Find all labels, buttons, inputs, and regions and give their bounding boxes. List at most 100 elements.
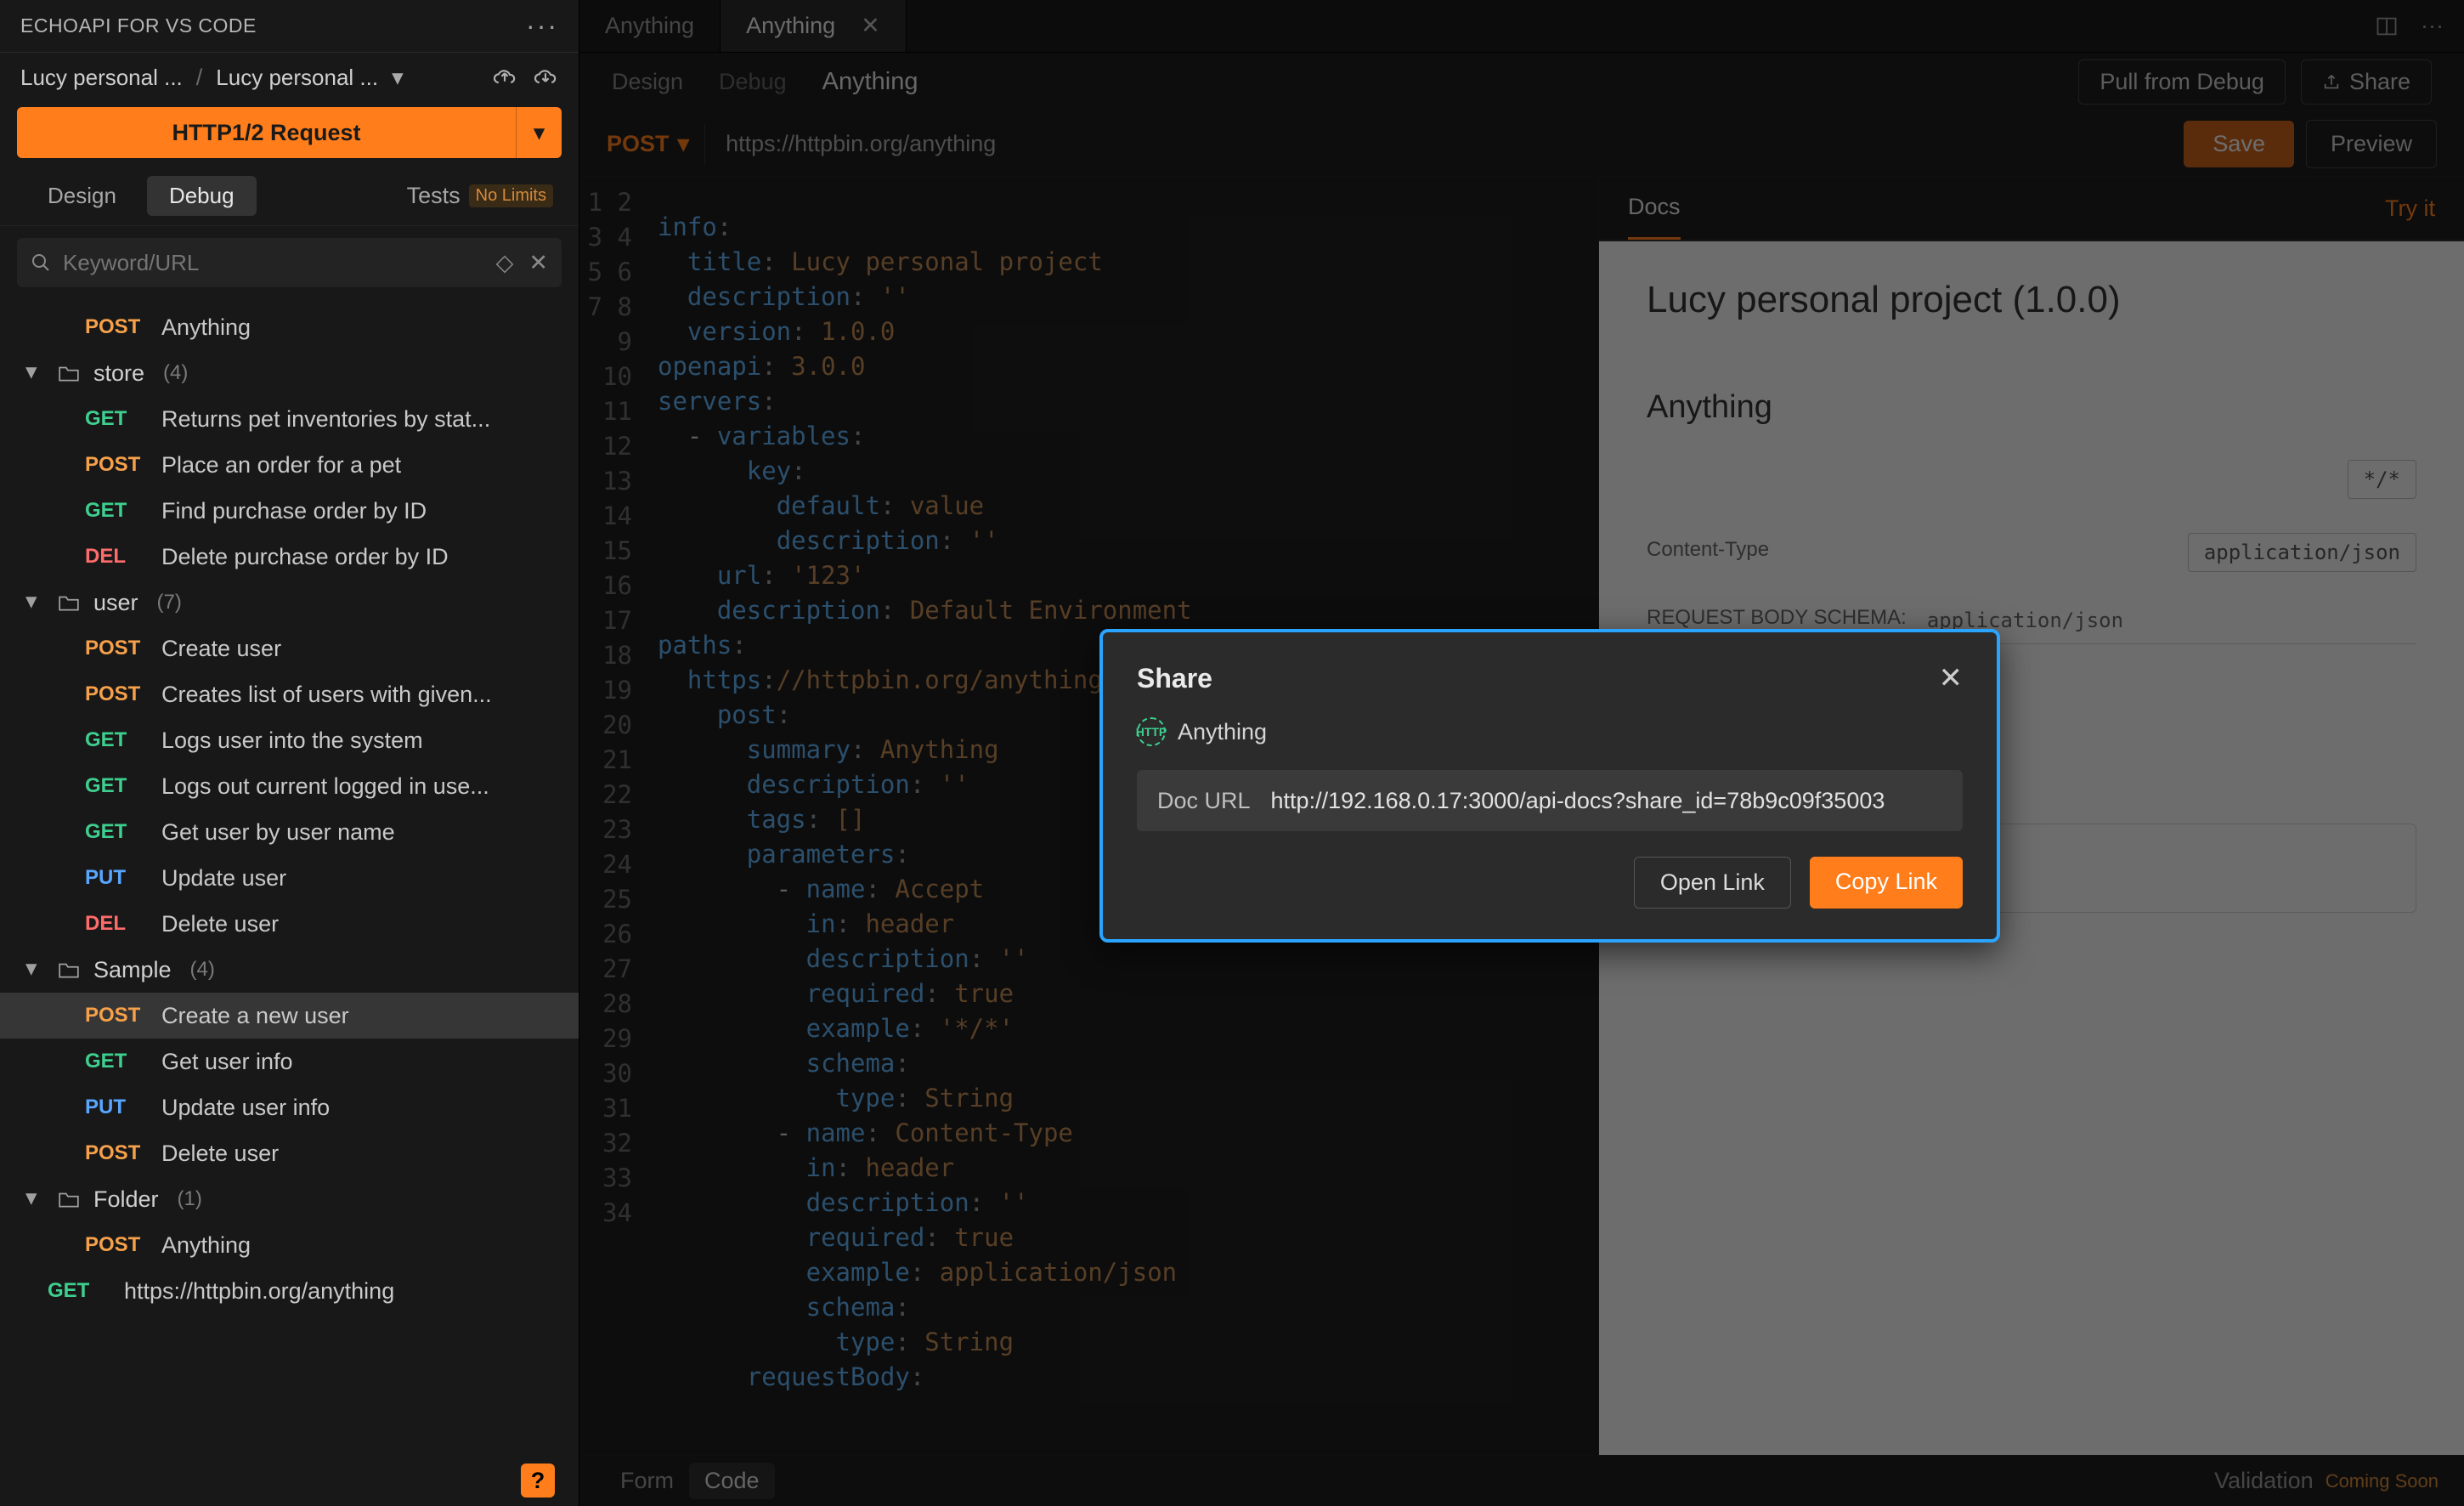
method-badge: GET [85, 728, 148, 752]
request-body-schema-label: REQUEST BODY SCHEMA: [1647, 606, 1907, 630]
close-icon[interactable]: ✕ [861, 13, 880, 39]
tree-request[interactable]: DELDelete purchase order by ID [0, 534, 579, 580]
more-icon[interactable]: ··· [2421, 13, 2444, 39]
more-icon[interactable]: ··· [526, 10, 558, 42]
try-it-button[interactable]: Try it [2385, 195, 2435, 222]
tree-request[interactable]: PUT Update user info [0, 1084, 579, 1130]
request-label: https://httpbin.org/anything [124, 1278, 394, 1305]
search-input[interactable] [61, 249, 488, 277]
tree-request[interactable]: PUT Update user [0, 855, 579, 901]
tree-request[interactable]: GETReturns pet inventories by stat... [0, 396, 579, 442]
tree-folder[interactable]: ▾user(7) [0, 580, 579, 626]
tree-request[interactable]: GET Get user info [0, 1039, 579, 1084]
preview-button[interactable]: Preview [2306, 120, 2437, 168]
clear-icon[interactable]: ✕ [528, 250, 548, 276]
editor-tab-label: Anything [746, 13, 835, 39]
tree-request[interactable]: POST Anything [0, 304, 579, 350]
chevron-down-icon: ▾ [25, 588, 44, 614]
sidebar-tab-tests[interactable]: Tests [407, 183, 461, 209]
tree-request[interactable]: GETFind purchase order by ID [0, 488, 579, 534]
open-link-button[interactable]: Open Link [1634, 857, 1791, 909]
folder-label: user [93, 590, 138, 616]
request-label: Create user [161, 636, 281, 662]
request-tree: POST Anything ▾store(4)GETReturns pet inve… [0, 299, 579, 1455]
new-request-dropdown[interactable]: ▾ [516, 107, 562, 158]
method-badge: DEL [85, 912, 148, 936]
chevron-down-icon: ▾ [25, 1185, 44, 1211]
method-badge: PUT [85, 866, 148, 890]
method-badge: POST [85, 315, 148, 339]
url-input[interactable]: https://httpbin.org/anything [705, 131, 2172, 157]
method-badge: DEL [85, 545, 148, 569]
method-select[interactable]: POST ▾ [607, 124, 705, 165]
sidebar: ECHOAPI FOR VS CODE ··· Lucy personal ..… [0, 0, 579, 1506]
tree-request[interactable]: POSTCreate a new user [0, 993, 579, 1039]
tree-request[interactable]: DELDelete user [0, 901, 579, 947]
docs-endpoint-title: Anything [1647, 389, 2416, 426]
doc-url-value[interactable]: http://192.168.0.17:3000/api-docs?share_… [1271, 788, 1885, 814]
tree-request[interactable]: POSTAnything [0, 1222, 579, 1268]
sidebar-tab-debug[interactable]: Debug [147, 176, 257, 216]
tree-request[interactable]: GET https://httpbin.org/anything [0, 1268, 579, 1314]
method-badge: GET [48, 1279, 110, 1303]
editor-tab-label: Anything [605, 13, 694, 39]
tree-folder[interactable]: ▾store(4) [0, 350, 579, 396]
split-editor-icon[interactable] [2375, 14, 2399, 38]
new-request-button[interactable]: HTTP1/2 Request ▾ [17, 107, 562, 158]
request-label: Create a new user [161, 1003, 349, 1029]
bottom-tab-code[interactable]: Code [689, 1463, 775, 1499]
chevron-down-icon: ▾ [678, 131, 690, 157]
breadcrumb-workspace[interactable]: Lucy personal ... [20, 65, 183, 91]
tree-folder[interactable]: ▾Sample(4) [0, 947, 579, 993]
bottom-bar: Form Code Validation Coming Soon [579, 1455, 2464, 1506]
search-box[interactable]: ◇ ✕ [17, 238, 562, 287]
sidebar-tabs: Design Debug Tests No Limits [0, 167, 579, 226]
method-badge: GET [85, 407, 148, 431]
request-label: Update user [161, 865, 286, 892]
subtab-design[interactable]: Design [612, 69, 683, 95]
method-label: POST [607, 131, 670, 157]
doc-url-label: Doc URL [1157, 788, 1251, 814]
coming-soon-badge: Coming Soon [2326, 1470, 2439, 1492]
cloud-upload-icon[interactable] [492, 67, 517, 88]
tree-request[interactable]: GETGet user by user name [0, 809, 579, 855]
editor-tab[interactable]: Anything [579, 0, 721, 52]
folder-icon [58, 1190, 80, 1209]
help-button[interactable]: ? [521, 1464, 555, 1498]
breadcrumb-project[interactable]: Lucy personal ... [216, 65, 378, 91]
chevron-down-icon: ▾ [25, 359, 44, 385]
request-label: Delete user [161, 1141, 279, 1167]
modal-close-button[interactable]: ✕ [1939, 661, 1964, 695]
share-modal: Share ✕ HTTP Anything Doc URL http://192… [1099, 629, 2000, 943]
copy-link-button[interactable]: Copy Link [1810, 857, 1963, 909]
folder-icon [58, 960, 80, 979]
bottom-tab-form[interactable]: Form [605, 1463, 689, 1499]
chevron-down-icon: ▾ [25, 955, 44, 982]
pin-icon[interactable]: ◇ [496, 250, 514, 276]
cloud-download-icon[interactable] [533, 67, 558, 88]
pull-from-debug-button[interactable]: Pull from Debug [2078, 59, 2286, 105]
tree-request[interactable]: POSTCreates list of users with given... [0, 671, 579, 717]
tree-folder[interactable]: ▾Folder(1) [0, 1176, 579, 1222]
subtab-debug[interactable]: Debug [719, 69, 787, 95]
tree-request[interactable]: POSTDelete user [0, 1130, 579, 1176]
share-button[interactable]: Share [2301, 59, 2432, 105]
method-badge: GET [85, 1050, 148, 1073]
tree-request[interactable]: GET Logs user into the system [0, 717, 579, 763]
request-label: Logs user into the system [161, 728, 423, 754]
request-label: Get user info [161, 1049, 293, 1075]
request-label: Update user info [161, 1095, 330, 1121]
save-button[interactable]: Save [2184, 121, 2294, 167]
chevron-down-icon[interactable]: ▾ [392, 65, 404, 91]
sidebar-tab-design[interactable]: Design [25, 176, 138, 216]
tree-request[interactable]: POSTPlace an order for a pet [0, 442, 579, 488]
tree-request[interactable]: POSTCreate user [0, 626, 579, 671]
breadcrumb: Lucy personal ... / Lucy personal ... ▾ [0, 53, 579, 102]
editor-tab-active[interactable]: Anything ✕ [721, 0, 907, 52]
docs-tab[interactable]: Docs [1628, 177, 1681, 240]
method-badge: PUT [85, 1096, 148, 1119]
tree-request[interactable]: GETLogs out current logged in use... [0, 763, 579, 809]
request-label: Logs out current logged in use... [161, 773, 489, 800]
request-label: Anything [161, 314, 251, 341]
modal-title: Share [1137, 663, 1212, 694]
